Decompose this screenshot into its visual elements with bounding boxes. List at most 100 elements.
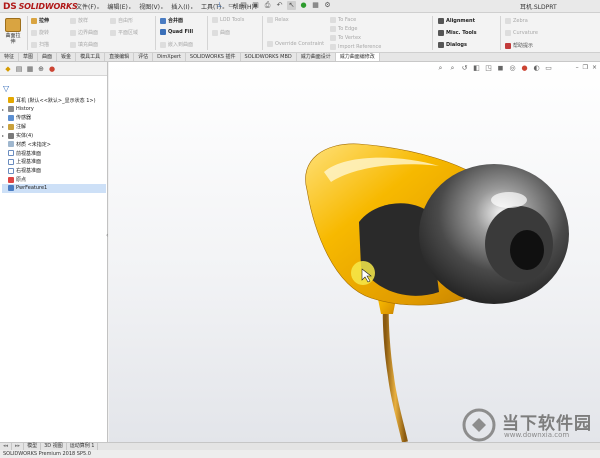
- merge-faces-icon: [160, 17, 166, 24]
- import-reference-icon: [330, 44, 336, 50]
- tab-features[interactable]: 特征: [0, 53, 20, 61]
- tab-sheet-metal[interactable]: 钣金: [57, 53, 77, 61]
- toolbar-divider: [155, 16, 156, 50]
- cmd-lod-tools[interactable]: LOD Tools: [212, 17, 244, 23]
- property-manager-icon[interactable]: ▤: [14, 64, 24, 74]
- cmd-planar-surface[interactable]: 平面区域: [110, 29, 138, 36]
- dimxpert-manager-icon[interactable]: ⊕: [36, 64, 46, 74]
- extrude-icon: [31, 17, 37, 24]
- options-icon[interactable]: ⚙: [323, 1, 332, 10]
- tree-item-origin[interactable]: 原点: [2, 175, 106, 184]
- tab-sketch[interactable]: 草图: [19, 53, 39, 61]
- solidworks-logo[interactable]: DS SOLIDWORKS: [3, 1, 78, 12]
- tab-solidworks-addins[interactable]: SOLIDWORKS 插件: [186, 53, 241, 61]
- cmd-override-constraint[interactable]: Override Constraint: [267, 41, 324, 47]
- cmd-surface[interactable]: 曲面: [212, 29, 230, 36]
- to-face-icon: [330, 17, 336, 23]
- tree-item-right-plane[interactable]: 右视基准面: [2, 166, 106, 175]
- cmd-fill-surface[interactable]: 填充曲面: [70, 41, 98, 48]
- tab-motion-study[interactable]: 运动算例 1: [67, 443, 99, 450]
- cmd-dialogs[interactable]: Dialogs: [438, 42, 467, 48]
- next-tab-arrow-icon[interactable]: ▸▸: [12, 443, 25, 450]
- cmd-freeform[interactable]: 自由形: [110, 17, 133, 24]
- boundary-surface-icon: [70, 29, 76, 36]
- configuration-manager-icon[interactable]: ▦: [25, 64, 35, 74]
- cmd-boundary-surface[interactable]: 边界曲面: [70, 29, 98, 36]
- cmd-to-edge[interactable]: To Edge: [330, 26, 357, 32]
- cmd-extrude[interactable]: 拉伸: [31, 17, 49, 24]
- menu-insert[interactable]: 插入(I): [171, 2, 193, 11]
- print-icon[interactable]: ⎙: [263, 1, 272, 10]
- cmd-misc-tools[interactable]: Misc. Tools: [438, 30, 477, 36]
- cmd-embed-in-surface[interactable]: 嵌入到曲面: [160, 41, 193, 48]
- cmd-to-face[interactable]: To Face: [330, 17, 356, 23]
- tab-solidworks-mbd[interactable]: SOLIDWORKS MBD: [241, 53, 297, 61]
- tree-item-top-plane[interactable]: 上视基准面: [2, 158, 106, 167]
- tree-item-annotations[interactable]: ▸ 注解: [2, 122, 106, 131]
- toolbar-divider: [262, 16, 263, 50]
- graphics-area[interactable]: ⌕ ⌕ ↺ ◧ ◳ ◼ ◎ ● ◐ ▭ – ❐ ×: [109, 62, 600, 442]
- display-manager-icon[interactable]: ●: [47, 64, 57, 74]
- tab-evaluate[interactable]: 评估: [134, 53, 154, 61]
- planar-surface-icon: [110, 29, 116, 36]
- cmd-zebra[interactable]: Zebra: [505, 18, 528, 24]
- menu-view[interactable]: 视图(V): [139, 2, 163, 11]
- annotation-icon: [8, 123, 14, 130]
- cmd-loft[interactable]: 放样: [70, 17, 88, 24]
- tab-dimxpert[interactable]: DimXpert: [153, 53, 186, 61]
- tab-power-surfacing[interactable]: 威力曲面设计: [297, 53, 336, 61]
- cmd-sweep[interactable]: 扫描: [31, 41, 49, 48]
- tab-mold-tools[interactable]: 模具工具: [76, 53, 106, 61]
- tab-surfaces[interactable]: 曲面: [38, 53, 58, 61]
- pin-icon[interactable]: ⊥: [215, 1, 224, 10]
- freeform-icon: [110, 17, 116, 24]
- rebuild-icon[interactable]: ●: [299, 1, 308, 10]
- filter-icon[interactable]: ▽: [3, 84, 9, 93]
- quad-fill-icon: [160, 29, 166, 35]
- history-icon: [8, 106, 14, 113]
- tree-item-solid-bodies[interactable]: ▸ 实体(4): [2, 131, 106, 140]
- new-document-icon[interactable]: ▭: [227, 1, 236, 10]
- select-icon[interactable]: ↖: [287, 1, 296, 10]
- tab-3d-views[interactable]: 3D 视图: [41, 443, 67, 450]
- tree-item-material[interactable]: 材质 <未指定>: [2, 140, 106, 149]
- menu-edit[interactable]: 编辑(E): [107, 2, 131, 11]
- feature-tree-icon[interactable]: ◆: [3, 64, 13, 74]
- dialogs-icon: [438, 42, 444, 48]
- save-icon[interactable]: ▣: [251, 1, 260, 10]
- surface-extrude-button[interactable]: 曲面拉 伸: [2, 16, 24, 50]
- undo-icon[interactable]: ↶: [275, 1, 284, 10]
- tree-item-sensors[interactable]: 传感器: [2, 114, 106, 123]
- cmd-quad-fill[interactable]: Quad Fill: [160, 29, 193, 35]
- command-manager-tabs: 特征 草图 曲面 钣金 模具工具 直接编辑 评估 DimXpert SOLIDW…: [0, 53, 600, 62]
- tab-model[interactable]: 模型: [24, 443, 42, 450]
- cmd-relax[interactable]: Relax: [267, 17, 289, 23]
- open-icon[interactable]: ▤: [239, 1, 248, 10]
- cmd-alignment[interactable]: Alignment: [438, 18, 475, 24]
- watermark-url: www.downxia.com: [504, 431, 570, 439]
- logo-text: SOLIDWORKS: [18, 2, 78, 11]
- file-properties-icon[interactable]: ▦: [311, 1, 320, 10]
- lod-tools-icon: [212, 17, 218, 23]
- tree-item-front-plane[interactable]: 前视基准面: [2, 149, 106, 158]
- tree-item-pwrfeature1[interactable]: PwrFeature1: [2, 183, 106, 193]
- alignment-icon: [438, 18, 444, 24]
- cmd-help-tips[interactable]: 帮助提示: [505, 42, 533, 49]
- tree-item-part[interactable]: 耳机 (默认<<默认>_显示状态 1>): [2, 96, 106, 105]
- menu-file[interactable]: 文件(F): [76, 2, 99, 11]
- cmd-revolve[interactable]: 旋转: [31, 29, 49, 36]
- prev-tab-arrow-icon[interactable]: ◂◂: [0, 443, 13, 450]
- watermark-logo-icon: [462, 408, 496, 442]
- command-manager: 曲面拉 伸 拉伸 旋转 扫描 放样 边界曲面 填充曲面 自由形 平面区域 合并面…: [0, 13, 600, 53]
- tab-power-surfacing-modify[interactable]: 威力曲面编修改: [335, 53, 380, 61]
- cmd-curvature[interactable]: Curvature: [505, 30, 538, 36]
- feature-manager-panel: ◆ ▤ ▦ ⊕ ● ▽ 耳机 (默认<<默认>_显示状态 1>) ▸ Histor…: [0, 62, 108, 442]
- tab-direct-editing[interactable]: 直接编辑: [105, 53, 135, 61]
- tip-opening: [510, 230, 544, 270]
- fill-surface-icon: [70, 41, 76, 48]
- cmd-import-reference[interactable]: Import Reference: [330, 44, 381, 50]
- origin-icon: [8, 176, 14, 183]
- cmd-to-vertex[interactable]: To Vertex: [330, 35, 361, 41]
- cmd-merge-faces[interactable]: 合并面: [160, 17, 183, 24]
- tree-item-history[interactable]: ▸ History: [2, 105, 106, 114]
